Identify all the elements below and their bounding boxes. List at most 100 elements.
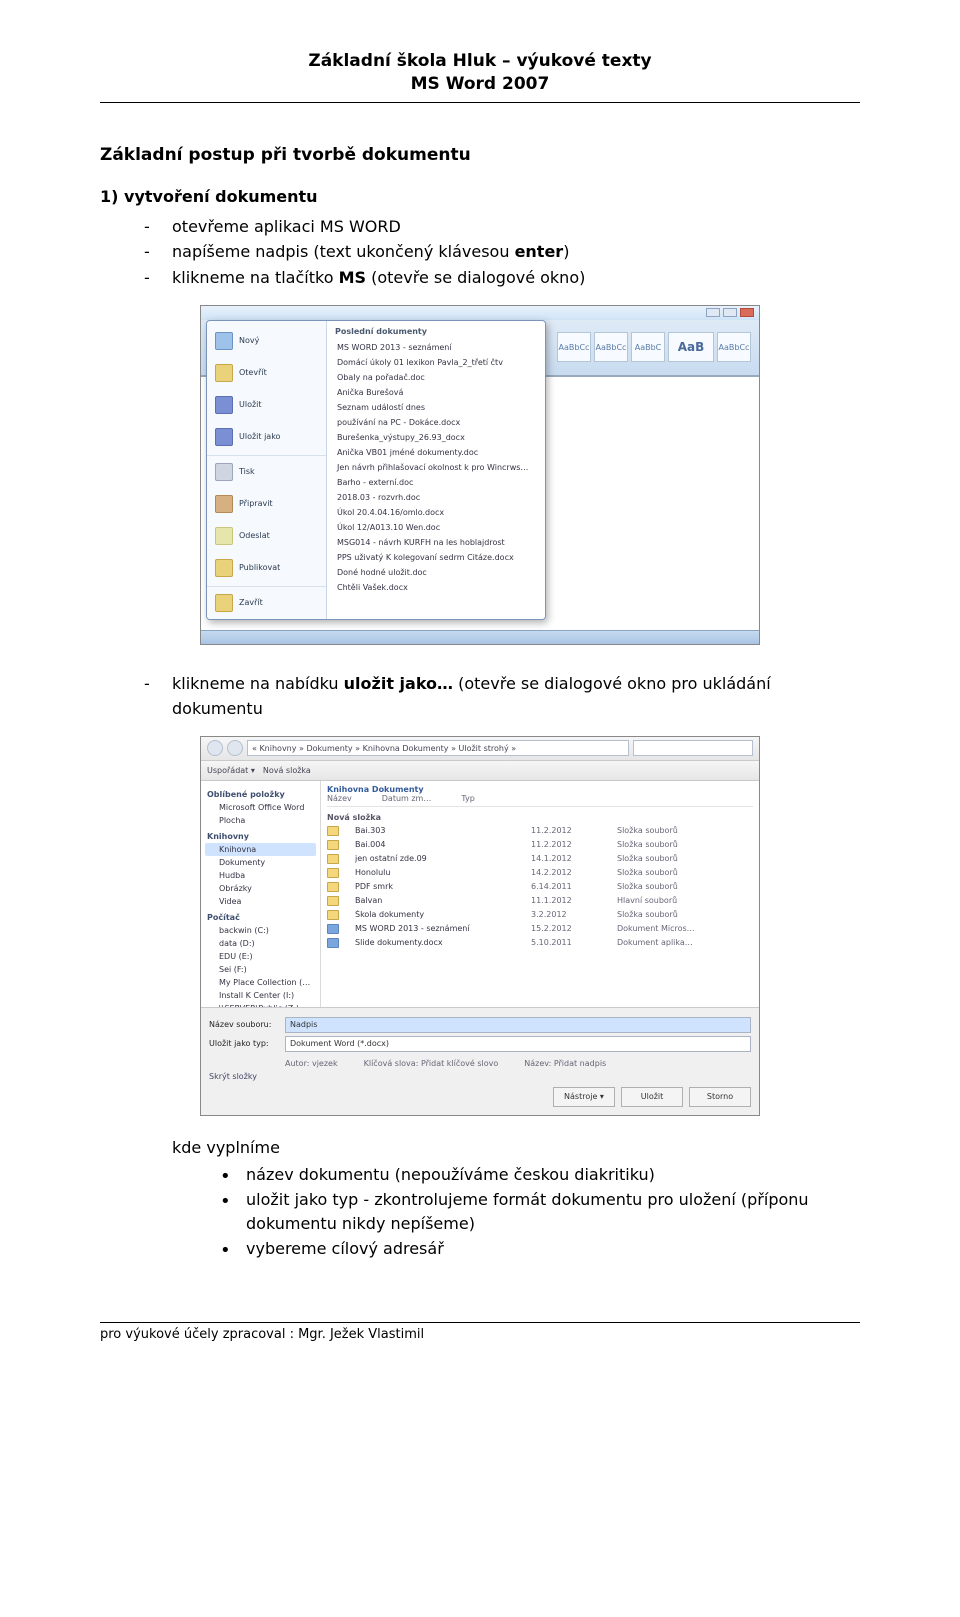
menu-item-send[interactable]: Odeslat xyxy=(207,520,326,552)
save-as-icon xyxy=(215,428,233,446)
menu-item-print[interactable]: Tisk xyxy=(207,455,326,488)
screenshot-save-as-dialog: « Knihovny » Dokumenty » Knihovna Dokume… xyxy=(200,736,760,1116)
nav-item-selected[interactable]: Knihovna xyxy=(205,843,316,856)
recent-doc[interactable]: Anička VB01 jméné dokumenty.doc xyxy=(335,445,537,460)
filename-input[interactable]: Nadpis xyxy=(285,1017,751,1033)
minimize-button[interactable] xyxy=(706,308,720,317)
nav-item[interactable]: data (D:) xyxy=(205,937,316,950)
send-icon xyxy=(215,527,233,545)
nav-item[interactable]: Install K Center (I:) xyxy=(205,989,316,1002)
meta-title-value[interactable]: Přidat nadpis xyxy=(554,1059,606,1068)
nav-item[interactable]: Sei (F:) xyxy=(205,963,316,976)
maximize-button[interactable] xyxy=(723,308,737,317)
file-row[interactable]: Škola dokumenty3.2.2012Složka souborů xyxy=(327,908,753,922)
fill-in-item: uložit jako typ - zkontrolujeme formát d… xyxy=(220,1188,860,1238)
file-row[interactable]: PDF smrk6.14.2011Složka souborů xyxy=(327,880,753,894)
search-field[interactable] xyxy=(633,740,753,756)
file-name: Škola dokumenty xyxy=(355,910,515,919)
menu-item-open[interactable]: Otevřít xyxy=(207,357,326,389)
menu-item-prepare[interactable]: Připravit xyxy=(207,488,326,520)
folder-icon xyxy=(327,826,339,836)
col-type[interactable]: Typ xyxy=(461,794,474,803)
menu-item-close[interactable]: Zavřít xyxy=(207,586,326,619)
recent-doc[interactable]: Úkol 12/A013.10 Wen.doc xyxy=(335,520,537,535)
recent-doc[interactable]: Domácí úkoly 01 lexikon Pavla_2_třetí čt… xyxy=(335,355,537,370)
close-button[interactable] xyxy=(740,308,754,317)
recent-doc[interactable]: Doné hodné uložit.doc xyxy=(335,565,537,580)
recent-doc[interactable]: 2018.03 - rozvrh.doc xyxy=(335,490,537,505)
fill-in-item: vybereme cílový adresář xyxy=(220,1237,860,1262)
file-row[interactable]: jen ostatní zde.0914.1.2012Složka soubor… xyxy=(327,852,753,866)
nav-item[interactable]: Microsoft Office Word xyxy=(205,801,316,814)
file-name: Bai.004 xyxy=(355,840,515,849)
recent-doc[interactable]: používání na PC - Dokáce.docx xyxy=(335,415,537,430)
recent-doc[interactable]: Chtěli Vašek.docx xyxy=(335,580,537,595)
file-row[interactable]: MS WORD 2013 - seznámení15.2.2012Dokumen… xyxy=(327,922,753,936)
file-row[interactable]: Honolulu14.2.2012Složka souborů xyxy=(327,866,753,880)
nav-item[interactable]: My Place Collection (G:) xyxy=(205,976,316,989)
page-footer: pro výukové účely zpracoval : Mgr. Ježek… xyxy=(100,1322,860,1342)
file-type: Dokument Micros… xyxy=(617,924,695,933)
menu-item-save-as[interactable]: Uložit jako xyxy=(207,421,326,453)
nav-back-button[interactable] xyxy=(207,740,223,756)
col-name[interactable]: Název xyxy=(327,794,352,803)
file-name: MS WORD 2013 - seznámení xyxy=(355,924,515,933)
meta-author-value[interactable]: vjezek xyxy=(312,1059,338,1068)
page-header-line1: Základní škola Hluk – výukové texty xyxy=(100,50,860,73)
filetype-select[interactable]: Dokument Word (*.docx) xyxy=(285,1036,751,1052)
style-box[interactable]: AaBbCc xyxy=(557,332,591,362)
recent-doc[interactable]: MS WORD 2013 - seznámení xyxy=(335,340,537,355)
file-row[interactable]: Bai.00411.2.2012Složka souborů xyxy=(327,838,753,852)
window-titlebar xyxy=(201,306,759,320)
menu-item-new[interactable]: Nový xyxy=(207,325,326,357)
recent-doc[interactable]: Jen návrh přihlašovací okolnost k pro Wi… xyxy=(335,460,537,475)
hide-folders-link[interactable]: Skrýt složky xyxy=(209,1072,257,1081)
menu-label: Připravit xyxy=(239,499,273,508)
recent-doc[interactable]: Obaly na pořadač.doc xyxy=(335,370,537,385)
recent-doc[interactable]: MSG014 - návrh KURFH na les hoblajdrost xyxy=(335,535,537,550)
nav-item[interactable]: EDU (E:) xyxy=(205,950,316,963)
recent-doc[interactable]: Burešenka_výstupy_26.93_docx xyxy=(335,430,537,445)
file-name: Balvan xyxy=(355,896,515,905)
recent-doc[interactable]: Seznam událostí dnes xyxy=(335,400,537,415)
style-box[interactable]: AaB xyxy=(668,332,714,362)
file-row[interactable]: Slide dokumenty.docx5.10.2011Dokument ap… xyxy=(327,936,753,950)
file-row[interactable]: Balvan11.1.2012Hlavní souborů xyxy=(327,894,753,908)
recent-doc[interactable]: PPS uživatý K kolegovaní sedrm Citáze.do… xyxy=(335,550,537,565)
file-row[interactable]: Bai.30311.2.2012Složka souborů xyxy=(327,824,753,838)
col-date[interactable]: Datum zm… xyxy=(382,794,432,803)
nav-item[interactable]: Plocha xyxy=(205,814,316,827)
style-box[interactable]: AaBbCc xyxy=(594,332,628,362)
menu-item-publish[interactable]: Publikovat xyxy=(207,552,326,584)
nav-item[interactable]: Obrázky xyxy=(205,882,316,895)
recent-doc[interactable]: Anička Burešová xyxy=(335,385,537,400)
nav-item[interactable]: Videa xyxy=(205,895,316,908)
menu-label: Zavřít xyxy=(239,598,263,607)
style-box[interactable]: AaBbC xyxy=(631,332,665,362)
step-1-title: 1) vytvoření dokumentu xyxy=(100,187,860,206)
menu-item-save[interactable]: Uložit xyxy=(207,389,326,421)
file-name: jen ostatní zde.09 xyxy=(355,854,515,863)
save-button[interactable]: Uložit xyxy=(621,1087,683,1107)
step-1-item-c: klikneme na tlačítko MS (otevře se dialo… xyxy=(144,265,860,291)
tools-button[interactable]: Nástroje ▾ xyxy=(553,1087,615,1107)
recent-doc[interactable]: Úkol 20.4.04.16/omlo.docx xyxy=(335,505,537,520)
nav-item[interactable]: Dokumenty xyxy=(205,856,316,869)
toolbar-organize[interactable]: Uspořádat ▾ xyxy=(207,766,255,775)
post-shot1-item: klikneme na nabídku uložit jako… (otevře… xyxy=(144,671,860,722)
cancel-button[interactable]: Storno xyxy=(689,1087,751,1107)
nav-item[interactable]: backwin (C:) xyxy=(205,924,316,937)
file-type: Složka souborů xyxy=(617,868,678,877)
menu-label: Nový xyxy=(239,336,259,345)
toolbar-new-folder[interactable]: Nová složka xyxy=(263,766,311,775)
nav-item[interactable]: Hudba xyxy=(205,869,316,882)
recent-doc[interactable]: Barho - externí.doc xyxy=(335,475,537,490)
close-icon xyxy=(215,594,233,612)
breadcrumb-field[interactable]: « Knihovny » Dokumenty » Knihovna Dokume… xyxy=(247,740,629,756)
metadata-row: Autor: vjezek Klíčová slova: Přidat klíč… xyxy=(209,1055,751,1068)
file-name: PDF smrk xyxy=(355,882,515,891)
style-box[interactable]: AaBbCc xyxy=(717,332,751,362)
section-title: Základní postup při tvorbě dokumentu xyxy=(100,145,860,165)
meta-keywords-value[interactable]: Přidat klíčové slovo xyxy=(421,1059,498,1068)
nav-forward-button[interactable] xyxy=(227,740,243,756)
